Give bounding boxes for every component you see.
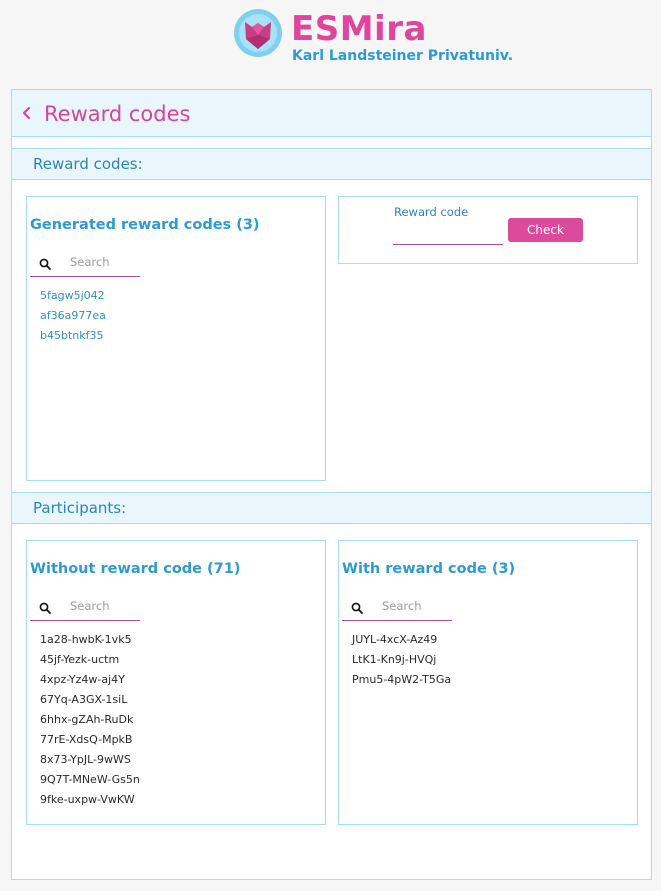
search-icon: [39, 258, 51, 270]
without-code-list: 1a28-hwbK-1vk5 45jf-Yezk-uctm 4xpz-Yz4w-…: [40, 630, 140, 810]
without-code-search-input[interactable]: [70, 597, 138, 615]
list-item: JUYL-4xcX-Az49: [352, 633, 438, 646]
generated-codes-search: [30, 249, 140, 277]
generated-codes-search-input[interactable]: [70, 253, 138, 271]
list-item[interactable]: 5fagw5j042: [40, 286, 106, 306]
list-item[interactable]: af36a977ea: [40, 306, 106, 326]
search-icon: [39, 602, 51, 614]
section-label-participants: Participants:: [33, 499, 127, 517]
reward-code-label: Reward code: [394, 205, 469, 219]
section-reward-codes: Reward codes:: [12, 148, 651, 180]
with-code-title: With reward code (3): [342, 561, 516, 577]
generated-codes-panel: Generated reward codes (3) 5fagw5j042 af…: [26, 196, 326, 481]
list-item: 9Q7T-MNeW-Gs5n: [40, 773, 140, 786]
main-panel: Reward codes Reward codes: Generated rew…: [11, 89, 652, 880]
brand-name: ESMira: [291, 9, 427, 49]
with-code-search-input[interactable]: [382, 597, 450, 615]
chevron-left-icon[interactable]: [21, 103, 35, 123]
list-item: LtK1-Kn9j-HVQj: [352, 653, 437, 666]
list-item: 45jf-Yezk-uctm: [40, 653, 120, 666]
reward-code-input[interactable]: [393, 225, 503, 245]
list-item: 9fke-uxpw-VwKW: [40, 793, 135, 806]
section-participants: Participants:: [12, 492, 651, 524]
with-code-search: [342, 593, 452, 621]
without-code-title: Without reward code (71): [30, 561, 241, 577]
with-code-panel: With reward code (3) JUYL-4xcX-Az49 LtK1…: [338, 540, 638, 825]
without-code-search: [30, 593, 140, 621]
page-title: Reward codes: [44, 102, 191, 126]
with-code-list: JUYL-4xcX-Az49 LtK1-Kn9j-HVQj Pmu5-4pW2-…: [352, 630, 451, 690]
without-code-panel: Without reward code (71) 1a28-hwbK-1vk5 …: [26, 540, 326, 825]
list-item: 67Yq-A3GX-1siL: [40, 693, 128, 706]
check-button[interactable]: Check: [508, 218, 583, 242]
list-item: 6hhx-gZAh-RuDk: [40, 713, 134, 726]
title-bar: Reward codes: [12, 90, 651, 137]
search-icon: [351, 602, 363, 614]
list-item: 77rE-XdsQ-MpkB: [40, 733, 133, 746]
generated-codes-title: Generated reward codes (3): [30, 217, 260, 233]
list-item: Pmu5-4pW2-T5Ga: [352, 673, 452, 686]
list-item: 1a28-hwbK-1vk5: [40, 633, 132, 646]
list-item: 4xpz-Yz4w-aj4Y: [40, 673, 125, 686]
brand-subtitle: Karl Landsteiner Privatuniv.: [292, 48, 514, 64]
reward-check-panel: Reward code Check: [338, 196, 638, 264]
esmira-logo: [232, 8, 284, 58]
list-item[interactable]: b45btnkf35: [40, 326, 106, 346]
generated-codes-list: 5fagw5j042 af36a977ea b45btnkf35: [40, 286, 106, 346]
section-label-reward-codes: Reward codes:: [33, 155, 143, 173]
list-item: 8x73-YpJL-9wWS: [40, 753, 131, 766]
